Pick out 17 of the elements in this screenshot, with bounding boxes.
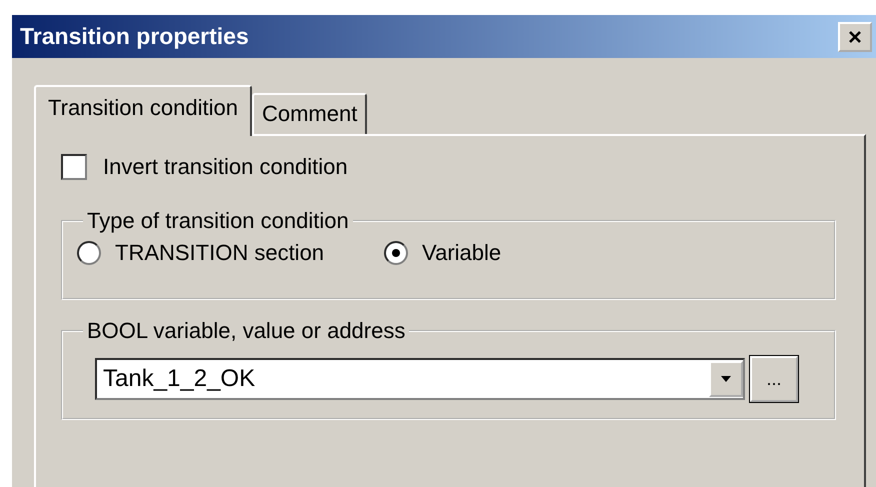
radio-button[interactable]: [77, 241, 101, 265]
close-button[interactable]: [838, 22, 872, 52]
tab[interactable]: Transition condition: [34, 85, 252, 136]
browse-button[interactable]: ...: [750, 356, 798, 402]
radio-label: Variable: [422, 240, 502, 266]
group-title: BOOL variable, value or address: [86, 318, 406, 344]
checkbox-label: Invert transition condition: [103, 154, 348, 180]
radio-button[interactable]: [384, 241, 408, 265]
variable-combo-box[interactable]: Tank_1_2_OK: [95, 358, 745, 400]
tab[interactable]: Comment: [252, 93, 368, 134]
caret-icon: [720, 375, 732, 383]
dropdown-button[interactable]: [709, 361, 743, 397]
checkbox[interactable]: [61, 154, 87, 180]
window-title: Transition properties: [20, 23, 249, 50]
close-icon: [847, 28, 863, 44]
radio-label: TRANSITION section: [115, 240, 324, 266]
group-title: Type of transition condition: [86, 208, 350, 234]
